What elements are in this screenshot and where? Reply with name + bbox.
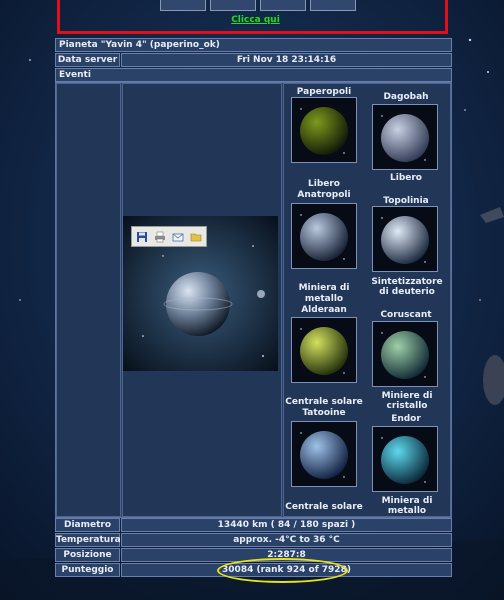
planet-title[interactable]: Pianeta "Yavin 4" (paperino_ok) xyxy=(55,38,452,52)
temperature-row: Temperatura approx. -4°C to 36 °C xyxy=(55,533,452,547)
planet-name[interactable]: Libero Anatropoli xyxy=(284,179,364,201)
planet-name[interactable]: Centrale solare Tatooine xyxy=(284,397,364,419)
planet-art xyxy=(373,207,437,271)
banner-thumbnail[interactable] xyxy=(160,0,206,11)
banner-thumbnail[interactable] xyxy=(310,0,356,11)
left-spacer xyxy=(56,83,121,517)
planet-caption: Sintetizzatore di deuterio xyxy=(371,277,443,297)
planet-art xyxy=(292,318,356,382)
score-highlight-ellipse xyxy=(217,558,348,583)
planet-art xyxy=(292,204,356,268)
planet-caption: Miniera di metallo xyxy=(381,496,433,516)
temperature-value: approx. -4°C to 36 °C xyxy=(121,533,452,547)
planet-thumbnail[interactable] xyxy=(291,203,357,269)
server-date-row: Data server Fri Nov 18 23:14:16 xyxy=(55,53,452,67)
server-date-label: Data server xyxy=(55,53,120,67)
folder-icon[interactable] xyxy=(190,231,202,243)
planet-thumbnail[interactable] xyxy=(291,317,357,383)
planet-caption: Libero xyxy=(390,173,422,183)
planet-name[interactable]: Dagobah xyxy=(366,92,446,102)
server-date-value: Fri Nov 18 23:14:16 xyxy=(121,53,452,67)
planet-thumbnail[interactable] xyxy=(372,104,438,170)
save-icon[interactable] xyxy=(136,231,148,243)
events-label: Eventi xyxy=(55,68,452,82)
planet-caption: Centrale solare xyxy=(285,502,363,512)
temperature-label: Temperatura xyxy=(55,533,121,547)
planet-name[interactable]: Miniera di metallo Alderaan xyxy=(284,283,364,316)
planet-name[interactable]: Endor xyxy=(366,414,446,424)
score-label: Punteggio xyxy=(55,563,120,577)
diameter-row: Diametro 13440 km ( 84 / 180 spazi ) xyxy=(55,518,452,532)
image-toolbar xyxy=(131,226,207,247)
current-planet-image[interactable] xyxy=(123,216,278,371)
click-here-link[interactable]: Clicca qui xyxy=(60,15,451,25)
banner-thumbnail[interactable] xyxy=(210,0,256,11)
position-label: Posizione xyxy=(55,548,120,562)
print-icon[interactable] xyxy=(154,231,166,243)
planet-name[interactable]: Topolinia xyxy=(366,196,446,206)
diameter-label: Diametro xyxy=(55,518,120,532)
planet-art xyxy=(373,105,437,169)
planet-thumbnail[interactable] xyxy=(372,321,438,387)
planet-name[interactable]: Paperopoli xyxy=(284,87,364,97)
planet-art xyxy=(292,98,356,162)
planet-thumbnail[interactable] xyxy=(291,421,357,487)
diameter-value: 13440 km ( 84 / 180 spazi ) xyxy=(121,518,452,532)
planet-thumbnail[interactable] xyxy=(291,97,357,163)
planet-thumbnail[interactable] xyxy=(372,206,438,272)
planet-art xyxy=(292,422,356,486)
planet-art xyxy=(373,322,437,386)
planet-caption: Miniere di cristallo xyxy=(381,391,433,411)
planet-title-row: Pianeta "Yavin 4" (paperino_ok) xyxy=(55,38,452,52)
banner-thumbnail[interactable] xyxy=(260,0,306,11)
email-icon[interactable] xyxy=(172,231,184,243)
planet-art xyxy=(373,427,437,491)
banner-box: Clicca qui xyxy=(57,0,448,34)
events-row: Eventi xyxy=(55,68,452,82)
planet-name[interactable]: Coruscant xyxy=(366,310,446,320)
planet-thumbnail[interactable] xyxy=(372,426,438,492)
